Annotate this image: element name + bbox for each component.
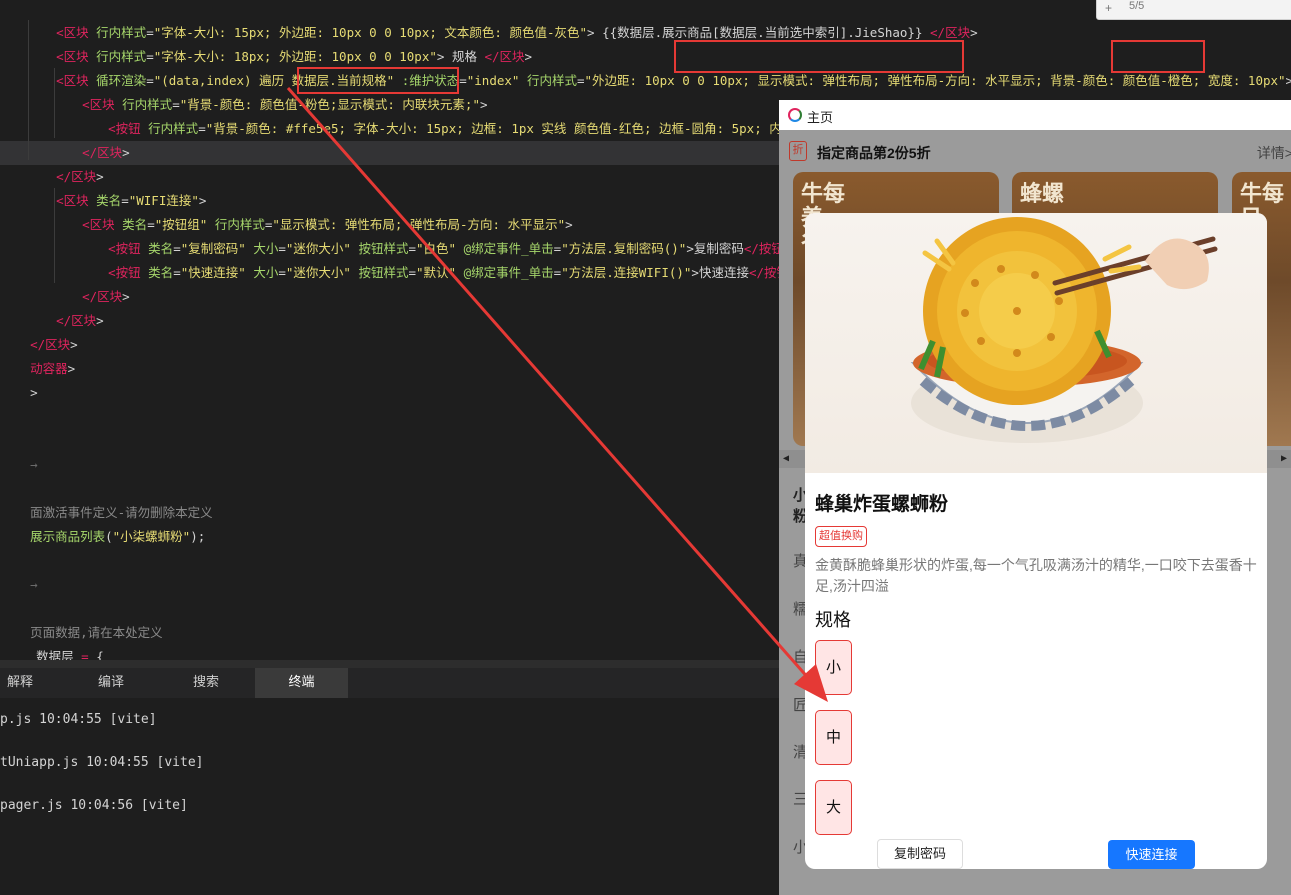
code-line: <区块 循环渲染="(data,index) 遍历 数据层.当前规格" :维护状… — [56, 73, 1291, 88]
code-line: → — [30, 577, 38, 592]
code-line: <按钮 类名="复制密码" 大小="迷你大小" 按钮样式="白色" @绑定事件_… — [108, 241, 791, 256]
code-line: </区块> — [56, 169, 104, 184]
fried-egg-noodle-illustration — [910, 217, 1218, 443]
product-name: 蜂巢炸蛋螺蛳粉 — [815, 494, 949, 515]
code-line: 展示商品列表("小柒螺蛳粉"); — [30, 529, 206, 544]
code-line: </区块> — [56, 313, 104, 328]
terminal-line: pager.js 10:04:56 [vite] — [0, 798, 188, 813]
code-line: <区块 行内样式="字体-大小: 18px; 外边距: 10px 0 0 10p… — [56, 49, 533, 64]
discount-icon: 折 — [789, 141, 807, 161]
product-image — [805, 213, 1267, 473]
code-line: 动容器> — [30, 361, 76, 376]
expand-icon[interactable]: + — [1105, 1, 1112, 15]
app-logo-icon — [788, 108, 802, 122]
find-widget[interactable]: + 5/5 — [1096, 0, 1291, 20]
spec-button-large[interactable]: 大 — [815, 780, 852, 835]
tab-search[interactable]: 搜索 — [170, 668, 242, 698]
code-line: → — [30, 457, 38, 472]
copy-password-button[interactable]: 复制密码 — [877, 839, 963, 869]
quick-connect-button[interactable]: 快速连接 — [1108, 840, 1195, 869]
promo-bar: 折 指定商品第2份5折 详情> — [779, 136, 1291, 168]
code-line: <区块 行内样式="字体-大小: 15px; 外边距: 10px 0 0 10p… — [56, 25, 978, 40]
annotation-box — [297, 67, 459, 94]
annotation-box — [674, 40, 964, 73]
tab-compile[interactable]: 编译 — [75, 668, 147, 698]
terminal-line: tUniapp.js 10:04:55 [vite] — [0, 755, 204, 770]
code-line: <按钮 行内样式="背景-颜色: #ffe5e5; 字体-大小: 15px; 边… — [108, 121, 860, 136]
chevron-left-icon[interactable]: ◀ — [783, 453, 789, 464]
window-title: 主页 — [807, 110, 834, 125]
code-line: 面激活事件定义-请勿删除本定义 — [30, 505, 213, 520]
code-line: </区块> — [82, 145, 130, 160]
code-line: <按钮 类名="快速连接" 大小="迷你大小" 按钮样式="默认" @绑定事件_… — [108, 265, 796, 280]
match-count: 5/5 — [1129, 0, 1145, 12]
spec-button-small[interactable]: 小 — [815, 640, 852, 695]
code-line: </区块> — [30, 337, 78, 352]
code-line: > — [30, 385, 38, 400]
tab-explain[interactable]: 解释 — [0, 668, 40, 698]
code-line: 数据层 = { — [36, 649, 104, 664]
chevron-right-icon[interactable]: ▶ — [1281, 453, 1287, 464]
promo-text: 指定商品第2份5折 — [817, 145, 931, 161]
code-line: 页面数据,请在本处定义 — [30, 625, 163, 640]
terminal-line: p.js 10:04:55 [vite] — [0, 712, 157, 727]
code-line: </区块> — [82, 289, 130, 304]
details-link[interactable]: 详情> — [1257, 143, 1291, 163]
panel-tab-bar: 解释 编译 搜索 终端 — [0, 668, 780, 698]
product-description: 金黄酥脆蜂巢形状的炸蛋,每一个气孔吸满汤汁的精华,一口咬下去蛋香十足,汤汁四溢 — [815, 557, 1257, 594]
promo-tag: 超值换购 — [815, 526, 867, 547]
bottom-panel: 解释 编译 搜索 终端 p.js 10:04:55 [vite] tUniapp… — [0, 660, 780, 895]
preview-titlebar: 主页 — [779, 100, 1291, 130]
annotation-box — [1111, 40, 1205, 73]
code-line: <区块 类名="WIFI连接"> — [56, 193, 207, 208]
product-modal: 蜂巢炸蛋螺蛳粉 超值换购 金黄酥脆蜂巢形状的炸蛋,每一个气孔吸满汤汁的精华,一口… — [805, 213, 1267, 869]
tab-terminal[interactable]: 终端 — [255, 668, 348, 698]
spec-button-medium[interactable]: 中 — [815, 710, 852, 765]
code-line: <区块 类名="按钮组" 行内样式="显示模式: 弹性布局; 弹性布局-方向: … — [82, 217, 573, 232]
spec-title: 规格 — [815, 610, 851, 630]
